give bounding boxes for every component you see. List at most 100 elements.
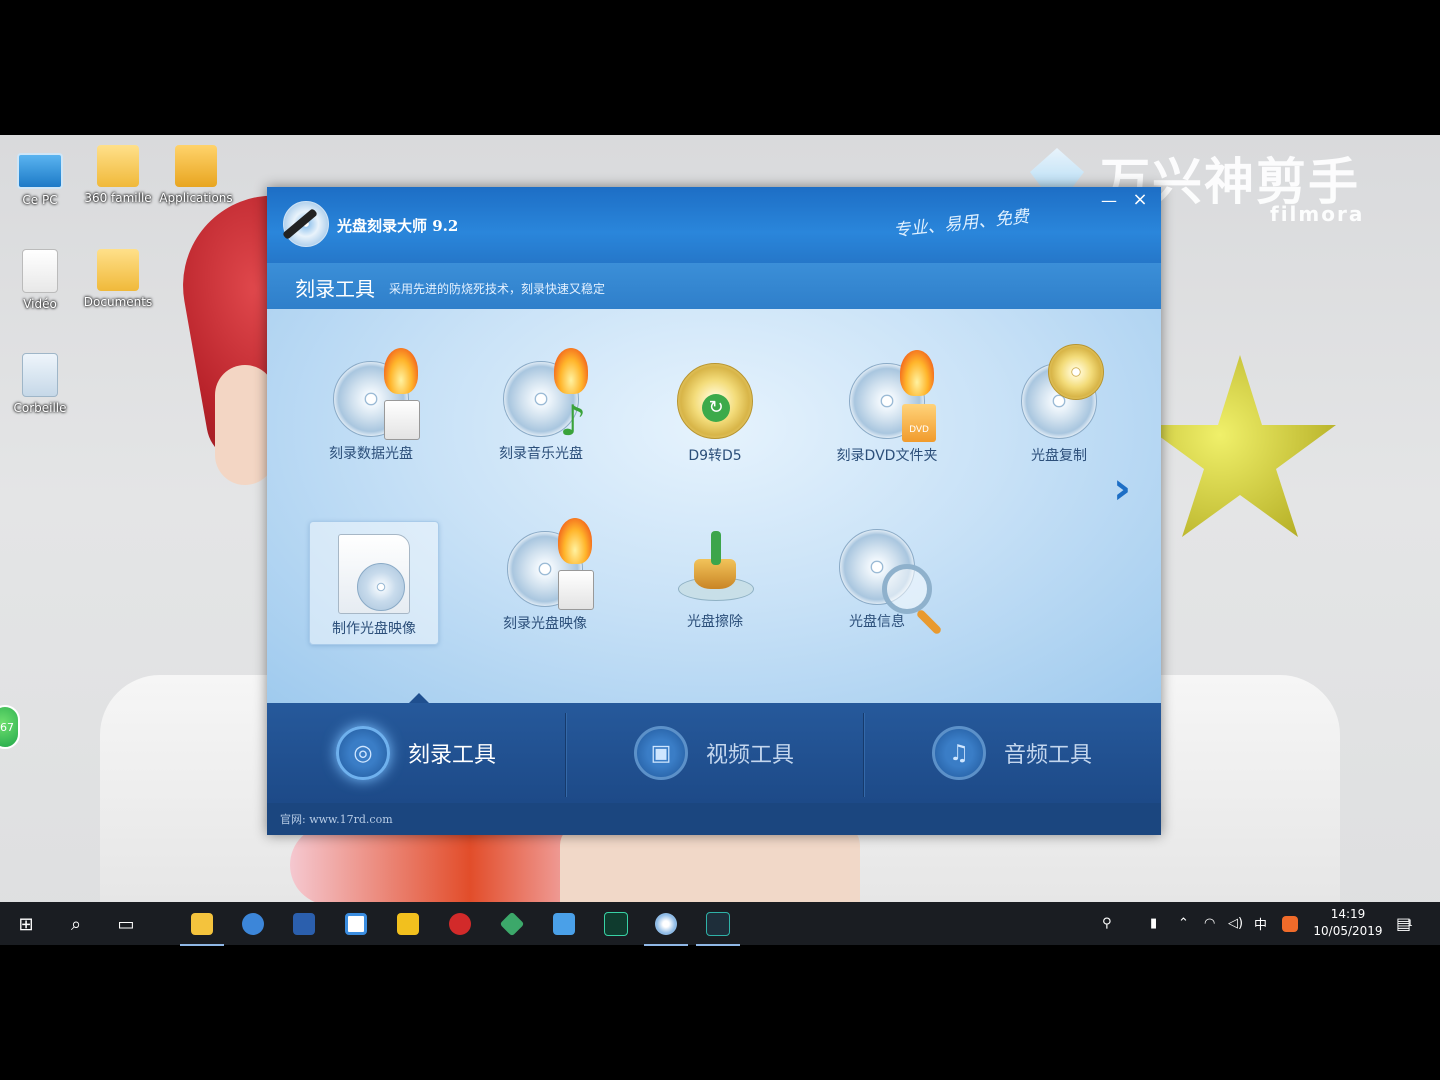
tool-label: 刻录光盘映像 <box>503 616 587 632</box>
tab-burn-tools[interactable]: ◎ 刻录工具 <box>267 703 565 803</box>
audition-icon[interactable] <box>600 908 632 940</box>
file-explorer-icon[interactable] <box>180 908 224 946</box>
tab-video-tools[interactable]: ▣ 视频工具 <box>565 703 863 803</box>
bottom-tabs: ◎ 刻录工具 ▣ 视频工具 ♫ 音频工具 <box>267 703 1161 803</box>
desktop-icon-video[interactable]: Vidéo <box>0 249 80 311</box>
film-icon: ▣ <box>633 726 688 780</box>
desktop-icon-label: Applications <box>159 191 233 205</box>
section-header: 刻录工具 采用先进的防烧死技术，刻录快速又稳定 <box>267 263 1161 310</box>
folder-icon <box>175 145 217 187</box>
next-page-arrow[interactable]: › <box>1113 467 1147 513</box>
media-icon[interactable] <box>548 908 580 940</box>
desktop-icon-label: 360 famille <box>84 191 152 205</box>
tool-label: 光盘复制 <box>1031 448 1087 464</box>
tools-panel: 刻录数据光盘 ♪ 刻录音乐光盘 ↻ D9转D5 DVD 刻录DVD文件夹 光盘复… <box>267 309 1161 703</box>
tool-burn-disc-image[interactable]: 刻录光盘映像 <box>481 518 609 643</box>
chevron-up-icon[interactable]: ⌃ <box>1178 902 1189 945</box>
burn-music-disc-icon: ♪ <box>503 348 588 442</box>
make-disc-image-icon <box>338 534 410 614</box>
player-icon[interactable] <box>392 908 424 940</box>
tab-label: 音频工具 <box>1003 743 1092 768</box>
tool-label: 刻录数据光盘 <box>329 446 413 462</box>
burn-dvd-folder-icon: DVD <box>849 350 936 442</box>
word-icon[interactable] <box>288 908 320 940</box>
desktop-icon-label: Vidéo <box>23 297 57 311</box>
tool-erase-disc[interactable]: 光盘擦除 <box>651 521 779 643</box>
desktop: 67 Ce PC 360 famille Applications Vidéo … <box>0 135 1440 945</box>
tool-burn-music-disc[interactable]: ♪ 刻录音乐光盘 <box>477 348 605 473</box>
search-icon[interactable]: ⌕ <box>60 908 92 940</box>
floating-badge[interactable]: 67 <box>0 705 20 749</box>
notification-center-icon[interactable]: ▤ 1 <box>1396 902 1413 945</box>
folder-icon <box>97 145 139 187</box>
app-footer: 官网: www.17rd.com <box>267 803 1161 835</box>
desktop-icon-this-pc[interactable]: Ce PC <box>0 145 80 207</box>
task-view-icon[interactable]: ▭ <box>110 908 142 940</box>
people-icon[interactable]: ⚲ <box>1102 902 1112 945</box>
disc-icon: ◎ <box>335 726 390 780</box>
desktop-icon-applications[interactable]: Applications <box>156 145 236 205</box>
desktop-icon-recycle-bin[interactable]: Corbeille <box>0 353 80 415</box>
wifi-icon[interactable]: ◠ <box>1204 902 1215 945</box>
desktop-icon-360-famille[interactable]: 360 famille <box>78 145 158 205</box>
clock-date: 10/05/2019 <box>1313 924 1383 938</box>
tool-label: 光盘擦除 <box>687 614 743 630</box>
tab-label: 视频工具 <box>705 743 794 768</box>
title-bar[interactable]: 光盘刻录大师 9.2 专业、易用、免费 — × <box>267 187 1161 263</box>
d9-to-d5-icon: ↻ <box>677 363 753 439</box>
baidu-icon[interactable] <box>340 908 372 940</box>
tool-make-disc-image[interactable]: 制作光盘映像 <box>309 521 439 645</box>
desktop-icon-label: Documents <box>83 295 153 309</box>
disc-burner-icon[interactable] <box>644 908 688 946</box>
netease-music-icon[interactable] <box>444 908 476 940</box>
sogou-icon[interactable] <box>1282 902 1298 945</box>
burner-app-window: 光盘刻录大师 9.2 专业、易用、免费 — × 刻录工具 采用先进的防烧死技术，… <box>267 187 1161 835</box>
clock-time: 14:19 <box>1330 907 1366 921</box>
start-icon[interactable]: ⊞ <box>10 908 42 940</box>
app-slogan: 专业、易用、免费 <box>892 206 1030 242</box>
burn-disc-image-icon <box>507 518 594 610</box>
watermark-en-text: filmora <box>1270 202 1365 226</box>
browser-icon[interactable] <box>237 908 269 940</box>
disc-copy-icon <box>1021 344 1104 439</box>
section-title: 刻录工具 <box>295 277 375 301</box>
gem-icon[interactable] <box>496 908 528 940</box>
recycle-bin-icon <box>22 353 58 397</box>
music-icon: ♫ <box>931 726 986 780</box>
battery-icon[interactable]: ▮ <box>1150 902 1157 945</box>
computer-icon <box>17 153 63 189</box>
app-title: 光盘刻录大师 9.2 <box>337 217 459 235</box>
tool-d9-to-d5[interactable]: ↻ D9转D5 <box>651 353 779 475</box>
tab-audio-tools[interactable]: ♫ 音频工具 <box>863 703 1161 803</box>
tool-label: 制作光盘映像 <box>332 621 416 637</box>
taskbar: ⊞ ⌕ ▭ ⚲ ▮ ⌃ ◠ ◁) 中 14:19 10/05/2019 ▤ 1 <box>0 902 1440 946</box>
tool-label: 刻录DVD文件夹 <box>836 448 938 464</box>
tool-disc-copy[interactable]: 光盘复制 <box>995 344 1123 475</box>
input-method-indicator[interactable]: 中 <box>1254 902 1267 945</box>
minimize-button[interactable]: — <box>1099 191 1119 210</box>
tool-burn-data-disc[interactable]: 刻录数据光盘 <box>307 348 435 473</box>
burn-data-disc-icon <box>333 348 420 440</box>
tool-label: 光盘信息 <box>849 614 905 630</box>
folder-icon <box>22 249 58 293</box>
volume-icon[interactable]: ◁) <box>1228 902 1243 945</box>
background-skirt <box>290 825 590 905</box>
section-description: 采用先进的防烧死技术，刻录快速又稳定 <box>389 282 606 296</box>
tool-label: 刻录音乐光盘 <box>499 446 583 462</box>
tool-burn-dvd-folder[interactable]: DVD 刻录DVD文件夹 <box>823 350 951 475</box>
system-clock[interactable]: 14:19 10/05/2019 <box>1300 906 1396 940</box>
close-button[interactable]: × <box>1129 189 1151 210</box>
website-link[interactable]: 官网: www.17rd.com <box>280 811 393 827</box>
desktop-icon-documents[interactable]: Documents <box>78 249 158 309</box>
desktop-icon-label: Ce PC <box>22 193 58 207</box>
desktop-icon-label: Corbeille <box>13 401 67 415</box>
background-arm <box>215 365 275 485</box>
star-balloon <box>1144 355 1336 537</box>
erase-disc-icon <box>678 531 754 605</box>
tool-label: D9转D5 <box>688 448 742 464</box>
tool-disc-info[interactable]: 光盘信息 <box>813 519 943 641</box>
filmora-icon[interactable] <box>696 908 740 946</box>
disc-info-icon <box>839 529 943 636</box>
folder-icon <box>97 249 139 291</box>
tab-label: 刻录工具 <box>407 743 496 768</box>
